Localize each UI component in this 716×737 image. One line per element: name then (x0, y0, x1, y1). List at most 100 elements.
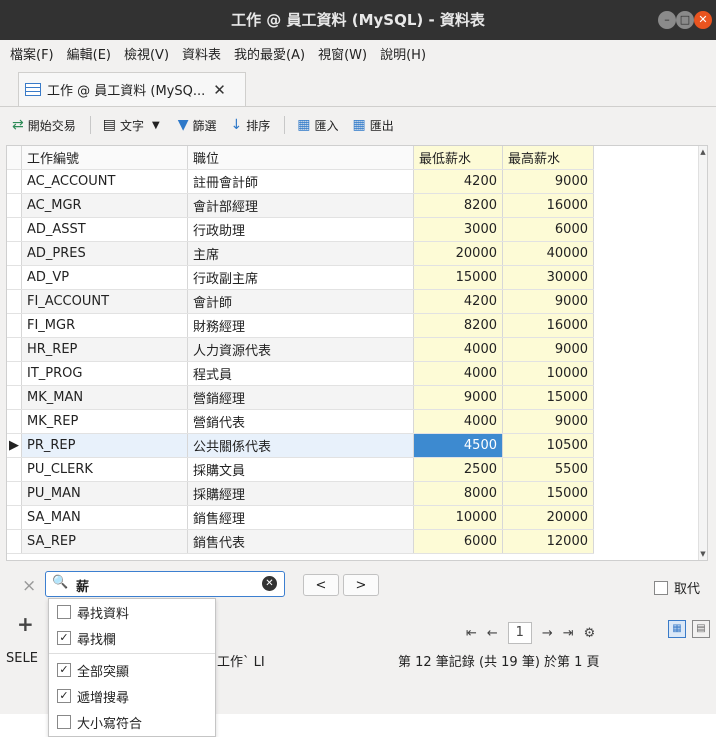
gear-icon[interactable]: ⚙ (584, 626, 596, 641)
grid-view-icon[interactable]: ▦ (668, 620, 686, 638)
next-page-icon[interactable]: → (542, 626, 553, 641)
table-cell[interactable]: 9000 (502, 337, 594, 362)
table-cell[interactable]: 4000 (413, 361, 503, 386)
table-cell[interactable]: 8200 (413, 193, 503, 218)
close-find-icon[interactable]: × (22, 576, 36, 596)
option-find-column[interactable]: ✓ 尋找欄 (57, 627, 116, 649)
table-cell[interactable]: 主席 (187, 241, 414, 266)
search-input[interactable]: 🔍 薪 ✕ (45, 571, 285, 597)
table-cell[interactable]: 註冊會計師 (187, 169, 414, 194)
row-indicator[interactable] (7, 481, 22, 506)
replace-toggle[interactable]: 取代 (654, 578, 700, 597)
menu-file[interactable]: 檔案(F) (10, 44, 54, 63)
import-button[interactable]: ▦ 匯入 (297, 117, 338, 134)
table-row[interactable]: PU_MAN 採購經理 8000 15000 (7, 481, 594, 506)
form-view-icon[interactable]: ▤ (692, 620, 710, 638)
table-cell[interactable]: 9000 (413, 385, 503, 410)
export-button[interactable]: ▦ 匯出 (353, 117, 394, 134)
table-row[interactable]: AD_VP 行政副主席 15000 30000 (7, 265, 594, 290)
table-cell[interactable]: 採購文員 (187, 457, 414, 482)
text-button[interactable]: ▤ 文字 ▼ (103, 117, 164, 134)
minimize-button[interactable]: – (658, 11, 676, 29)
table-cell[interactable]: 15000 (502, 481, 594, 506)
table-cell[interactable]: 程式員 (187, 361, 414, 386)
table-row[interactable]: AD_ASST 行政助理 3000 6000 (7, 217, 594, 242)
table-cell[interactable]: 會計師 (187, 289, 414, 314)
row-indicator[interactable] (7, 313, 22, 338)
option-match-case[interactable]: 大小寫符合 (57, 711, 142, 733)
row-indicator[interactable] (7, 529, 22, 554)
menu-window[interactable]: 視窗(W) (318, 44, 367, 63)
row-indicator[interactable] (7, 337, 22, 362)
checkbox[interactable]: ✓ (57, 631, 71, 645)
row-indicator[interactable] (7, 289, 22, 314)
table-cell[interactable]: 30000 (502, 265, 594, 290)
table-cell[interactable]: AD_PRES (21, 241, 188, 266)
table-cell[interactable]: 20000 (413, 241, 503, 266)
menu-help[interactable]: 說明(H) (380, 44, 426, 63)
table-cell[interactable]: 15000 (413, 265, 503, 290)
column-header[interactable]: 最高薪水 (502, 146, 594, 170)
menu-view[interactable]: 檢視(V) (124, 44, 169, 63)
table-cell[interactable]: 4000 (413, 337, 503, 362)
option-find-data[interactable]: 尋找資料 (57, 601, 129, 623)
table-cell[interactable]: 6000 (413, 529, 503, 554)
table-cell[interactable]: AC_MGR (21, 193, 188, 218)
table-cell[interactable]: AD_ASST (21, 217, 188, 242)
table-cell[interactable]: FI_ACCOUNT (21, 289, 188, 314)
replace-checkbox[interactable] (654, 580, 668, 595)
checkbox[interactable]: ✓ (57, 663, 71, 677)
checkbox[interactable] (57, 605, 71, 619)
table-cell[interactable]: 營銷代表 (187, 409, 414, 434)
row-indicator[interactable] (7, 193, 22, 218)
table-cell[interactable]: 9000 (502, 169, 594, 194)
table-cell[interactable]: 15000 (502, 385, 594, 410)
menu-table[interactable]: 資料表 (182, 44, 221, 63)
table-cell[interactable]: 會計部經理 (187, 193, 414, 218)
table-cell[interactable]: 採購經理 (187, 481, 414, 506)
table-cell[interactable]: PR_REP (21, 433, 188, 458)
table-row[interactable]: SA_MAN 銷售經理 10000 20000 (7, 505, 594, 530)
table-cell[interactable]: 4200 (413, 289, 503, 314)
table-cell[interactable]: 銷售代表 (187, 529, 414, 554)
row-indicator[interactable]: ▶ (7, 433, 22, 458)
table-cell[interactable]: AC_ACCOUNT (21, 169, 188, 194)
add-record-button[interactable]: + (17, 612, 34, 636)
row-indicator[interactable] (7, 457, 22, 482)
table-cell[interactable]: 行政助理 (187, 217, 414, 242)
begin-transaction-button[interactable]: ⇄ 開始交易 (12, 117, 76, 134)
table-cell[interactable]: 4500 (413, 433, 503, 458)
row-indicator[interactable] (7, 169, 22, 194)
table-row[interactable]: HR_REP 人力資源代表 4000 9000 (7, 337, 594, 362)
filter-button[interactable]: ▼ 篩選 (178, 117, 217, 134)
table-cell[interactable]: 12000 (502, 529, 594, 554)
table-cell[interactable]: 40000 (502, 241, 594, 266)
table-cell[interactable]: 16000 (502, 193, 594, 218)
table-cell[interactable]: 財務經理 (187, 313, 414, 338)
table-row[interactable]: AD_PRES 主席 20000 40000 (7, 241, 594, 266)
table-cell[interactable]: 8200 (413, 313, 503, 338)
table-cell[interactable]: 9000 (502, 289, 594, 314)
close-button[interactable]: ✕ (694, 11, 712, 29)
column-header[interactable]: 職位 (187, 146, 414, 170)
table-cell[interactable]: 3000 (413, 217, 503, 242)
tab-table-jobs[interactable]: 工作 @ 員工資料 (MySQ... ✕ (18, 72, 246, 106)
checkbox[interactable]: ✓ (57, 689, 71, 703)
row-indicator[interactable] (7, 409, 22, 434)
table-row[interactable]: MK_MAN 營銷經理 9000 15000 (7, 385, 594, 410)
table-cell[interactable]: 10500 (502, 433, 594, 458)
row-indicator[interactable] (7, 265, 22, 290)
table-cell[interactable]: 10000 (502, 361, 594, 386)
table-cell[interactable]: 營銷經理 (187, 385, 414, 410)
table-row[interactable]: IT_PROG 程式員 4000 10000 (7, 361, 594, 386)
table-cell[interactable]: HR_REP (21, 337, 188, 362)
sort-button[interactable]: ↓ 排序 (231, 117, 271, 134)
last-page-icon[interactable]: ⇥ (563, 626, 574, 641)
table-row[interactable]: AC_ACCOUNT 註冊會計師 4200 9000 (7, 169, 594, 194)
first-page-icon[interactable]: ⇤ (466, 626, 477, 641)
table-cell[interactable]: 9000 (502, 409, 594, 434)
row-indicator[interactable] (7, 505, 22, 530)
table-cell[interactable]: PU_MAN (21, 481, 188, 506)
table-cell[interactable]: 10000 (413, 505, 503, 530)
column-header[interactable]: 工作編號 (21, 146, 188, 170)
